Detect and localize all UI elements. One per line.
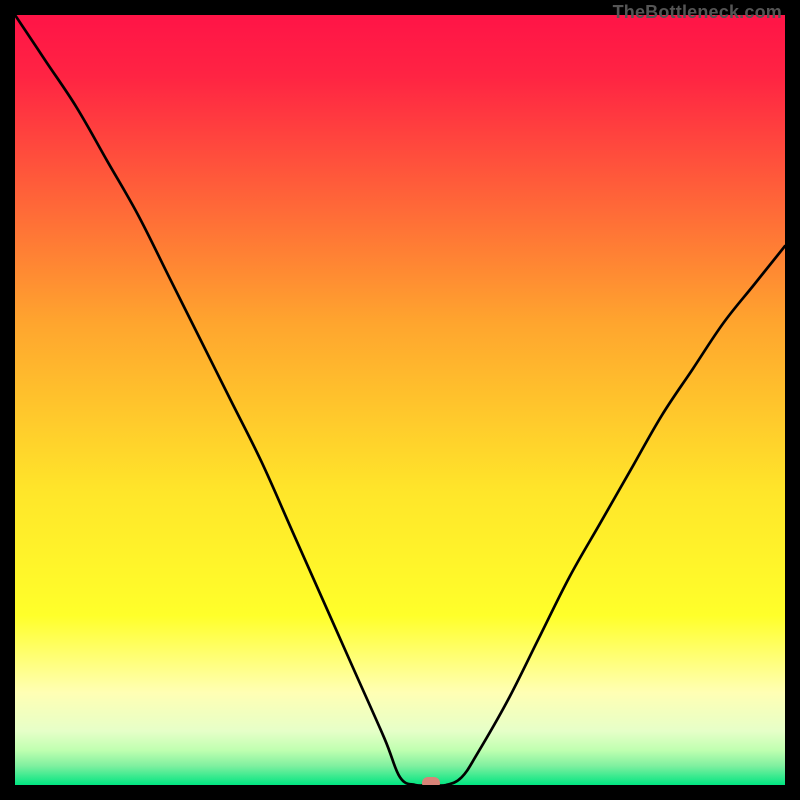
watermark-text: TheBottleneck.com [613, 2, 782, 23]
chart-frame: TheBottleneck.com [0, 0, 800, 800]
bottleneck-curve [15, 15, 785, 785]
optimal-point-marker [422, 777, 440, 785]
plot-area [15, 15, 785, 785]
